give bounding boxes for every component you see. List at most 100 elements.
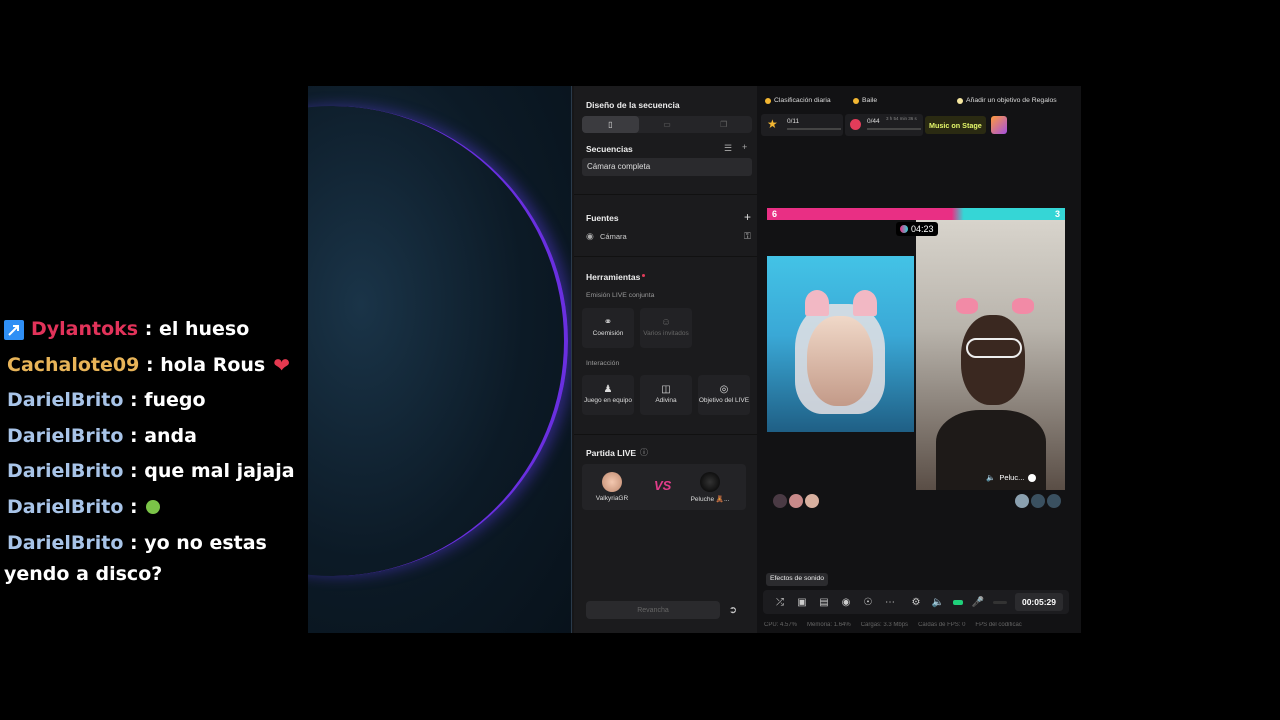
dual-screen-icon: ❐ — [720, 120, 728, 129]
avatar[interactable] — [1047, 494, 1061, 508]
shuffle-icon[interactable]: ⤮ — [769, 591, 791, 613]
countdown-text: 3 h 54 min 36 s — [886, 116, 917, 121]
add-source-icon[interactable]: + — [744, 210, 751, 224]
sound-effects-icon[interactable]: ▣ — [791, 591, 813, 613]
portrait-option[interactable]: ▯ — [582, 116, 639, 133]
stat-card-star: ★ 0/11 — [761, 114, 843, 136]
rematch-button[interactable]: Revancha — [586, 601, 720, 619]
right-supporters — [1015, 494, 1061, 508]
sequence-item[interactable]: Cámara completa — [582, 158, 752, 176]
dual-option[interactable]: ❐ — [695, 116, 752, 133]
mic-slider[interactable] — [993, 600, 1007, 604]
live-goal-button[interactable]: ◎ Objetivo del LIVE — [698, 375, 750, 415]
pin-icon — [4, 319, 24, 340]
status-bar: CPU: 4.57% Memoria: 1.64% Cargas: 3.3 Mb… — [764, 622, 1076, 628]
battle-view: 6 3 🔈 Peluc... 04:23 — [767, 208, 1065, 490]
live-studio-window: Diseño de la secuencia ▯ ▭ ❐ Secuencias … — [308, 86, 1081, 633]
battle-icon — [900, 225, 908, 233]
speaker-icon[interactable]: 🔈 — [986, 473, 995, 482]
player-right: Peluche 🧸... — [680, 472, 740, 503]
glasses-shape — [966, 338, 1022, 358]
sound-effects-tooltip: Efectos de sonido — [766, 573, 829, 586]
chat-username: Cachalote09 — [7, 353, 140, 376]
volume-icon[interactable]: 🔈 — [927, 591, 949, 613]
chat-text: : fuego — [130, 389, 206, 411]
face-shape — [961, 315, 1025, 405]
help-icon[interactable]: ⓘ — [640, 447, 648, 458]
chat-username: DarielBrito — [7, 495, 124, 518]
avatar[interactable] — [1031, 494, 1045, 508]
more-icon[interactable] — [1028, 473, 1037, 482]
right-camera-feed: 🔈 Peluc... — [916, 220, 1065, 490]
add-sequence-icon[interactable]: + — [742, 142, 747, 152]
daily-rank-label: Clasificación diaria — [774, 97, 831, 104]
list-icon[interactable]: ☰ — [724, 143, 732, 154]
live-goal-label: Objetivo del LIVE — [698, 396, 750, 404]
gift-icon — [991, 116, 1007, 134]
left-supporters — [773, 494, 819, 508]
cohost-button[interactable]: ⚭ Coemisión — [582, 308, 634, 348]
daily-rank-chip[interactable]: Clasificación diaria — [765, 97, 831, 104]
camera-icon: ◉ — [586, 231, 594, 241]
exit-icon[interactable]: ➲ — [724, 601, 742, 619]
guess-button[interactable]: ◫ Adivina — [640, 375, 692, 415]
chat-username: DarielBrito — [7, 532, 124, 554]
guests-button[interactable]: ☺ Varios invitados — [640, 308, 692, 348]
avatar[interactable] — [1015, 494, 1029, 508]
target-icon: ◎ — [719, 383, 729, 395]
emoji-icon — [145, 500, 160, 515]
chat-message: DarielBrito : — [4, 490, 322, 526]
chat-text: : que mal jajaja — [130, 460, 295, 482]
layout-icon[interactable]: ▤ — [813, 591, 835, 613]
sequence-design-title: Diseño de la secuencia — [586, 100, 680, 110]
chat-message: DarielBrito : fuego — [4, 383, 322, 419]
cohost-label: Coemisión — [592, 329, 624, 337]
link-icon: ⚭ — [603, 316, 613, 328]
load-stat: Cargas: 3.3 Mbps — [860, 622, 909, 628]
chat-text: : anda — [130, 424, 197, 447]
divider — [574, 256, 757, 257]
divider — [574, 434, 757, 435]
tools-title: Herramientas — [586, 272, 641, 282]
add-gift-goal-chip[interactable]: Añadir un objetivo de Regalos — [957, 97, 1057, 104]
right-cam-name: Peluc... — [999, 473, 1025, 482]
bulb-icon — [957, 97, 963, 104]
chat-message: DarielBrito : anda — [4, 419, 322, 455]
landscape-option[interactable]: ▭ — [639, 116, 696, 133]
microphone-icon[interactable]: 🎤 — [967, 591, 989, 613]
dance-chip[interactable]: Baile — [853, 97, 877, 104]
dance-progress: 0/44 — [867, 118, 880, 125]
sequences-title: Secuencias — [586, 144, 633, 154]
music-on-stage-tag[interactable]: Music on Stage — [925, 116, 986, 134]
record-icon[interactable]: ◉ — [835, 591, 857, 613]
settings-sliders-icon[interactable]: ⚙ — [905, 591, 927, 613]
team-game-button[interactable]: ♟ Juego en equipo — [582, 375, 634, 415]
face-shape — [807, 316, 873, 406]
score-left: 6 — [772, 209, 778, 219]
users-icon: ☺ — [660, 316, 672, 328]
chat-username: DarielBrito — [7, 460, 124, 482]
more-options-icon[interactable]: ⋯ — [879, 591, 901, 613]
dance-icon — [853, 97, 859, 104]
left-camera-feed — [767, 256, 914, 432]
chat-message: Dylantoks : el hueso — [4, 312, 322, 348]
guests-label: Varios invitados — [643, 329, 689, 337]
battle-timer: 04:23 — [896, 222, 938, 236]
avatar[interactable] — [789, 494, 803, 508]
source-camera-label[interactable]: Cámara — [600, 232, 627, 241]
player-left-name: ValkyriaGR — [595, 495, 629, 502]
joint-live-label: Emisión LIVE conjunta — [586, 292, 655, 299]
avatar[interactable] — [805, 494, 819, 508]
orientation-switch: ▯ ▭ ❐ — [582, 116, 752, 133]
control-bar: ⤮ ▣ ▤ ◉ ☉ ⋯ ⚙ 🔈 🎤 00:05:29 — [763, 590, 1069, 614]
team-icon: ♟ — [603, 383, 613, 395]
bunny-ear — [805, 290, 829, 316]
lock-icon[interactable]: ⚿ — [744, 231, 751, 242]
progress-bar — [867, 128, 921, 130]
camera-switch-icon[interactable]: ☉ — [857, 591, 879, 613]
avatar[interactable] — [773, 494, 787, 508]
bunny-ear — [853, 290, 877, 316]
chat-text: : el hueso — [144, 318, 250, 340]
left-panel: Diseño de la secuencia ▯ ▭ ❐ Secuencias … — [574, 86, 757, 633]
glow-arc — [308, 106, 568, 576]
